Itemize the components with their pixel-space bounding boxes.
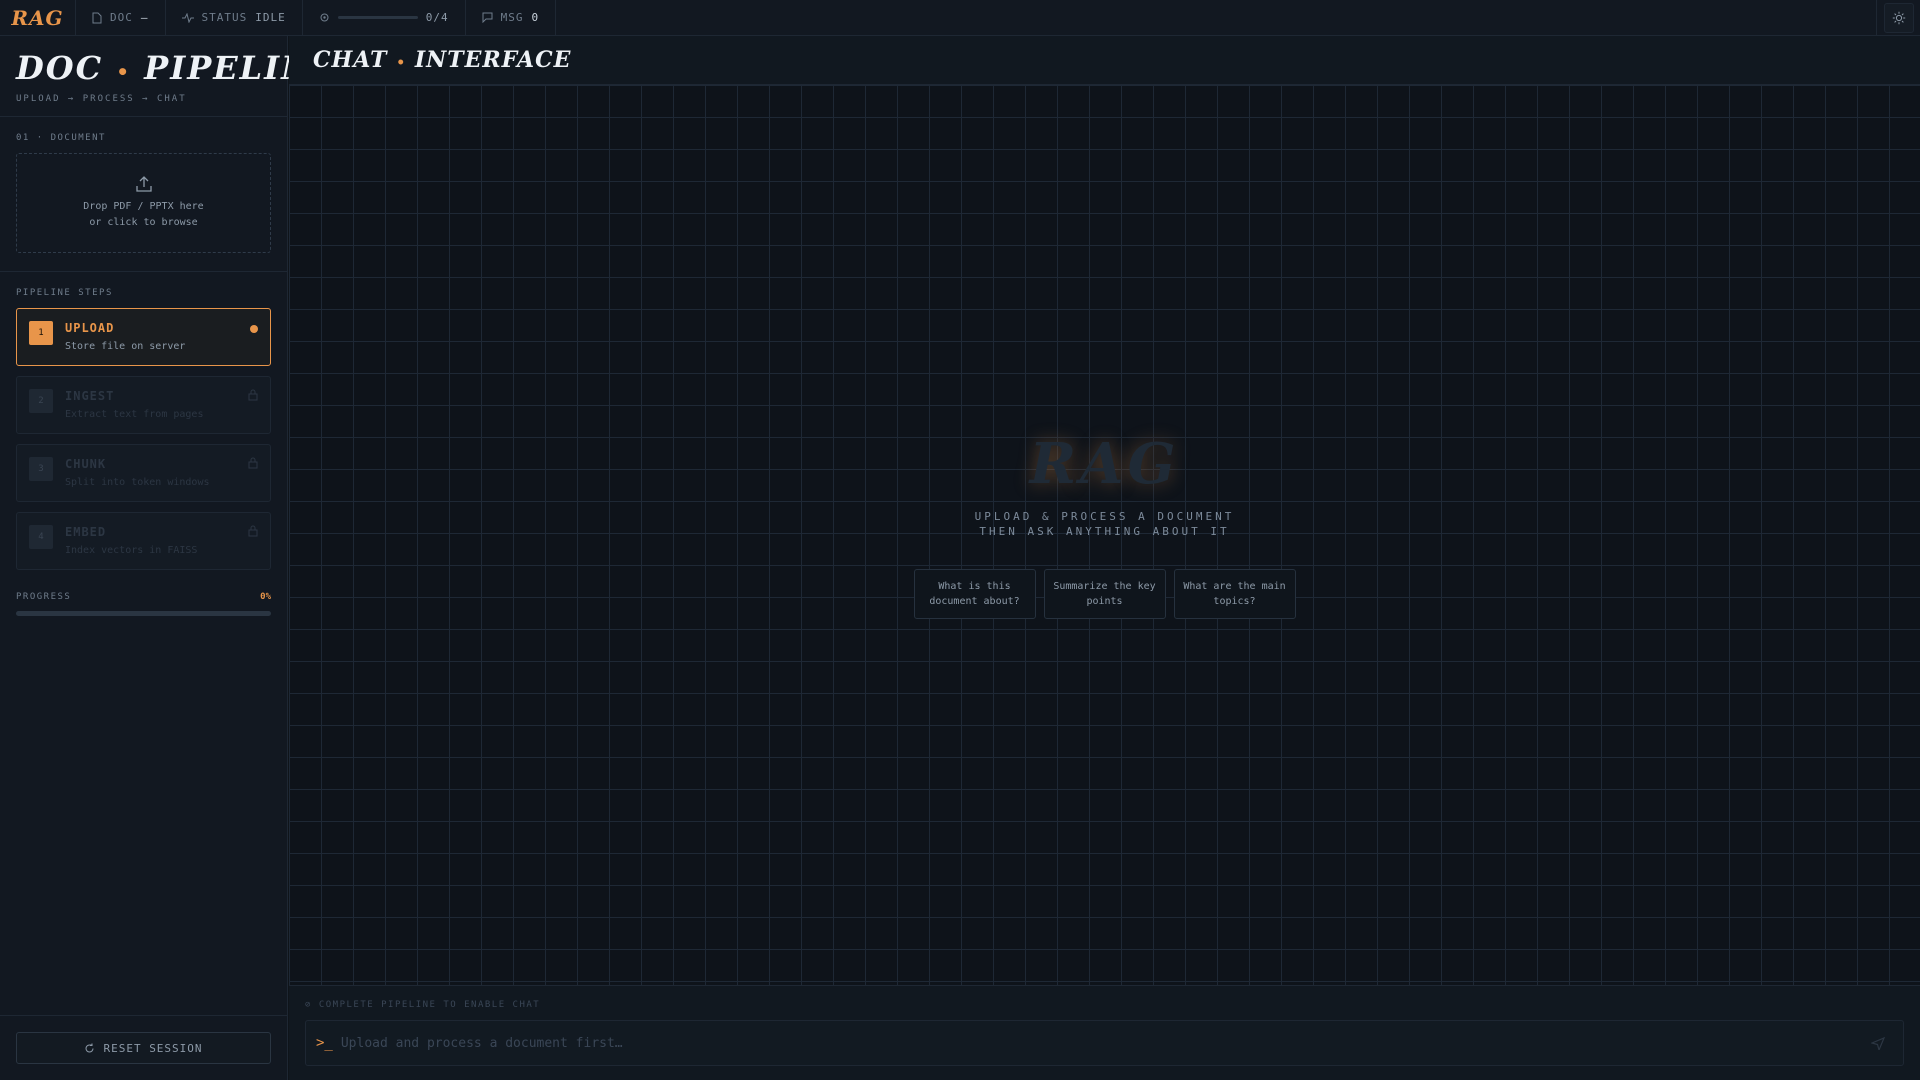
step-name: INGEST (65, 389, 115, 403)
steps-indicator: 0/4 (303, 0, 466, 36)
send-icon (1871, 1036, 1885, 1050)
step-number: 1 (29, 321, 53, 345)
sidebar-subtitle: UPLOAD → PROCESS → CHAT (16, 94, 187, 104)
suggestion-button[interactable]: Summarize the key points (1043, 569, 1166, 619)
msg-value: 0 (531, 11, 540, 24)
prompt-symbol: >_ (316, 1035, 333, 1051)
step-chunk: 3 CHUNK Split into token windows (16, 444, 271, 502)
activity-icon (181, 12, 194, 23)
active-indicator-dot (250, 325, 258, 333)
chat-disabled-hint: ⊘ COMPLETE PIPELINE TO ENABLE CHAT (305, 1000, 541, 1010)
step-description: Extract text from pages (65, 409, 204, 420)
doc-indicator: DOC — (76, 0, 166, 36)
chat-panel: CHAT • INTERFACE RAG UPLOAD & PROCESS A … (289, 36, 1920, 1080)
step-description: Split into token windows (65, 477, 210, 488)
pipeline-steps-section: PIPELINE STEPS 1 UPLOAD Store file on se… (0, 272, 287, 616)
send-button[interactable] (1863, 1028, 1893, 1058)
reset-session-label: RESET SESSION (103, 1041, 203, 1055)
reset-session-button[interactable]: RESET SESSION (16, 1032, 271, 1064)
suggestion-button[interactable]: What are the main topics? (1173, 569, 1296, 619)
step-number: 2 (29, 389, 53, 413)
message-icon (482, 12, 493, 23)
document-section-label: 01 · DOCUMENT (16, 133, 106, 143)
step-number: 3 (29, 457, 53, 481)
step-number: 4 (29, 525, 53, 549)
sidebar: DOC • PIPELINE UPLOAD → PROCESS → CHAT 0… (0, 36, 337, 1080)
sidebar-title: DOC • PIPELINE (16, 48, 337, 92)
step-name: EMBED (65, 525, 107, 539)
doc-label: DOC (110, 11, 133, 24)
lock-icon (248, 389, 258, 401)
gear-icon (320, 13, 329, 22)
sun-icon (1892, 11, 1905, 25)
sidebar-title-left: DOC (16, 49, 104, 87)
chat-title-left: CHAT (313, 47, 388, 73)
document-icon (92, 12, 102, 23)
theme-toggle-button[interactable] (1883, 3, 1914, 33)
theme-toggle-container (1876, 0, 1920, 36)
status-label: STATUS (201, 11, 248, 24)
doc-value: — (140, 11, 149, 24)
dropzone-line1: Drop PDF / PPTX here (83, 201, 204, 212)
lock-icon (248, 457, 258, 469)
step-embed: 4 EMBED Index vectors in FAISS (16, 512, 271, 570)
step-ingest: 2 INGEST Extract text from pages (16, 376, 271, 434)
step-description: Store file on server (65, 341, 186, 352)
chat-input[interactable] (340, 1035, 1863, 1051)
chat-input-area: ⊘ COMPLETE PIPELINE TO ENABLE CHAT >_ (289, 985, 1920, 1080)
progress-header: PROGRESS 0% (16, 592, 271, 602)
file-dropzone[interactable]: Drop PDF / PPTX here or click to browse (16, 153, 271, 253)
sidebar-header: DOC • PIPELINE UPLOAD → PROCESS → CHAT (0, 36, 337, 117)
progress-label: PROGRESS (16, 592, 72, 602)
document-section: 01 · DOCUMENT Drop PDF / PPTX here or cl… (0, 117, 287, 272)
upload-icon (135, 176, 152, 192)
step-description: Index vectors in FAISS (65, 545, 198, 556)
steps-progress-track (337, 16, 418, 19)
pipeline-steps-label: PIPELINE STEPS (16, 288, 113, 298)
suggestion-button[interactable]: What is this document about? (913, 569, 1036, 619)
suggestion-list: What is this document about? Summarize t… (913, 569, 1296, 619)
app-logo: RAG (0, 0, 76, 36)
top-bar: RAG DOC — STATUS IDLE 0/4 MSG 0 (0, 0, 1920, 36)
empty-state-text: UPLOAD & PROCESS A DOCUMENT THEN ASK ANY… (975, 509, 1235, 539)
msg-label: MSG (500, 11, 524, 24)
step-name: CHUNK (65, 457, 107, 471)
empty-state: RAG UPLOAD & PROCESS A DOCUMENT THEN ASK… (289, 85, 1920, 985)
dropzone-line2: or click to browse (89, 217, 198, 228)
chat-messages-area: RAG UPLOAD & PROCESS A DOCUMENT THEN ASK… (289, 85, 1920, 985)
steps-value: 0/4 (425, 11, 449, 24)
message-counter: MSG 0 (466, 0, 557, 36)
refresh-icon (85, 1043, 94, 1052)
lock-icon (248, 525, 258, 537)
step-upload[interactable]: 1 UPLOAD Store file on server (16, 308, 271, 366)
chat-title-dot: • (396, 55, 407, 71)
divider (0, 1015, 288, 1016)
step-name: UPLOAD (65, 321, 115, 335)
status-value: IDLE (255, 11, 286, 24)
chat-title: CHAT • INTERFACE (313, 47, 571, 73)
progress-percent: 0% (260, 592, 271, 602)
chat-input-box: >_ (305, 1020, 1904, 1066)
chat-header: CHAT • INTERFACE (289, 36, 1920, 85)
progress-bar (16, 611, 271, 616)
empty-state-logo: RAG (1029, 431, 1180, 497)
status-indicator: STATUS IDLE (166, 0, 303, 36)
empty-state-line2: THEN ASK ANYTHING ABOUT IT (979, 525, 1230, 538)
chat-title-right: INTERFACE (414, 47, 572, 73)
empty-state-line1: UPLOAD & PROCESS A DOCUMENT (974, 510, 1235, 523)
sidebar-title-dot: • (116, 60, 132, 84)
